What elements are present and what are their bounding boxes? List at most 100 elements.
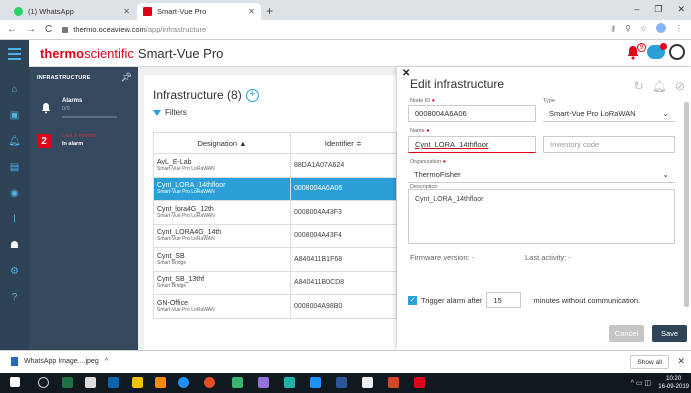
list-title: Infrastructure (8) + — [153, 88, 259, 102]
reload-icon[interactable]: C — [45, 24, 52, 35]
search-icon[interactable] — [38, 377, 49, 388]
system-tray[interactable]: ^ ▭ ◫ — [631, 379, 651, 387]
word-icon[interactable] — [336, 377, 347, 388]
alarm-bell-icon[interactable]: 🔔︎ — [0, 133, 29, 149]
sensor-icon[interactable]: ◉ — [0, 185, 29, 201]
trigger-minutes-input[interactable]: 15 — [486, 292, 522, 308]
excel-icon[interactable] — [62, 377, 73, 388]
maximize-icon[interactable]: ❐ — [654, 4, 662, 15]
back-icon[interactable]: ← — [7, 24, 17, 35]
inventory-code-field[interactable]: Inventory code — [543, 136, 675, 153]
organization-label: Organization ● — [410, 159, 447, 165]
calculator-icon[interactable] — [85, 377, 96, 388]
description-textarea[interactable]: Cynt_LORA_14thfloor — [408, 189, 675, 244]
add-infrastructure-button[interactable]: + — [245, 88, 259, 102]
url-field[interactable]: thermo.oceaview.com/app/infrastructure — [62, 25, 206, 34]
key-icon[interactable]: ⚷ — [610, 24, 616, 33]
trigger-alarm-row: ✓ Trigger alarm after 15 minutes without… — [408, 292, 640, 308]
table-row[interactable]: Cynt_SB Smart Bridge A840411B1F68 — [153, 247, 397, 272]
chevron-down-icon: ⌄ — [662, 108, 669, 118]
node-id-field[interactable]: 0008004A6A06 — [408, 105, 536, 122]
browser-tab-bar: (1) WhatsApp ✕ Smart-Vue Pro ✕ + – ❐ ✕ — [0, 0, 691, 20]
column-designation[interactable]: Designation ▲ — [153, 132, 291, 154]
in-alarm-label: In alarm — [62, 141, 84, 147]
app-header: thermoscientific Smart-Vue Pro 9 — [0, 40, 691, 67]
url-path: /app/infrastructure — [145, 25, 207, 34]
photos-icon[interactable] — [362, 377, 373, 388]
chevron-up-icon[interactable]: ^ — [105, 358, 108, 365]
edge-icon[interactable] — [178, 377, 189, 388]
star-icon[interactable]: ☆ — [640, 24, 647, 33]
table-row[interactable]: Cynt_LORA4G_14th Smart-Vue Pro LoRaWAN 00… — [153, 223, 397, 248]
edit-title: Edit infrastructure — [410, 77, 505, 91]
chat-icon[interactable] — [647, 43, 667, 59]
edit-infrastructure-panel: ✕ Edit infrastructure ↻ 🔔︎ ⊘ Node ID ● 0… — [397, 67, 691, 350]
bell-icon[interactable]: 🔔︎ — [652, 79, 667, 93]
forward-icon[interactable]: → — [26, 24, 36, 35]
user-avatar-icon[interactable] — [669, 44, 685, 60]
clock[interactable]: 10:20 16-09-2019 — [658, 375, 689, 391]
download-item[interactable]: WhatsApp Image....jpeg ^ — [11, 357, 108, 366]
acrobat-icon[interactable] — [414, 377, 425, 388]
firmware-version: Firmware version: - — [410, 253, 475, 262]
home-icon[interactable]: ⌂ — [0, 81, 29, 97]
table-row-selected[interactable]: Cynt_LORA_14thfloor Smart-Vue Pro LoRaWAN… — [153, 176, 397, 201]
zoom-icon[interactable]: ⚲ — [625, 24, 631, 33]
outlook-icon[interactable] — [108, 377, 119, 388]
close-icon[interactable]: ✕ — [123, 7, 130, 16]
dashboard-icon[interactable]: ▣ — [0, 107, 29, 123]
bell-icon[interactable]: 9 — [625, 43, 646, 60]
close-icon[interactable]: ✕ — [248, 7, 255, 16]
alarms-label: Alarms — [62, 98, 83, 104]
scrollbar[interactable] — [684, 98, 689, 318]
trigger-alarm-checkbox[interactable]: ✓ — [408, 295, 417, 305]
minimize-icon[interactable]: – — [634, 4, 639, 15]
app-icon-4[interactable] — [284, 377, 295, 388]
type-select[interactable]: Smart-Vue Pro LoRaWAN ⌄ — [543, 105, 675, 122]
organization-select[interactable]: ThermoFisher ⌄ — [408, 166, 675, 183]
cancel-button[interactable]: Cancel — [609, 325, 644, 342]
chevron-down-icon: ⌄ — [662, 169, 669, 179]
close-icon[interactable]: ✕ — [677, 356, 685, 367]
refresh-icon[interactable]: ↻ — [634, 79, 644, 93]
disable-icon[interactable]: ⊘ — [675, 79, 685, 93]
new-tab-button[interactable]: + — [266, 4, 273, 18]
profile-icon[interactable] — [656, 23, 666, 33]
table-row[interactable]: AvL_E-Lab Smart-Vue Pro LoRaWAN 88DA1A07A… — [153, 153, 397, 178]
tab-smart-vue[interactable]: Smart-Vue Pro ✕ — [137, 3, 261, 20]
windows-start-icon[interactable] — [10, 377, 20, 387]
infrastructure-icon[interactable]: ☗ — [0, 237, 29, 253]
menu-icon[interactable]: ⋮ — [675, 24, 683, 33]
left-nav-rail: ⌂ ▣ 🔔︎ ▤ ◉ ǀ ☗ ⚙ ? — [0, 67, 29, 350]
pin-icon[interactable]: 📌︎ — [121, 72, 132, 83]
thermometer-icon[interactable]: ǀ — [0, 211, 29, 227]
save-button[interactable]: Save — [652, 325, 687, 342]
alarms-progress — [62, 116, 117, 118]
chart-icon[interactable]: ▤ — [0, 159, 29, 175]
show-all-button[interactable]: Show all — [630, 355, 669, 369]
powerpoint-icon[interactable] — [388, 377, 399, 388]
help-icon[interactable]: ? — [0, 289, 29, 305]
table-row[interactable]: Cynt_lora4G_12th Smart-Vue Pro LoRaWAN 00… — [153, 200, 397, 225]
whatsapp-icon — [14, 7, 23, 16]
lock-icon — [62, 26, 69, 33]
tab-label: Smart-Vue Pro — [157, 7, 207, 16]
table-row[interactable]: Cynt_SB_13thf Smart Bridge A840411B0CD8 — [153, 270, 397, 295]
chrome-icon[interactable] — [204, 377, 215, 388]
tab-whatsapp[interactable]: (1) WhatsApp ✕ — [8, 3, 136, 20]
app-icon-2[interactable] — [232, 377, 243, 388]
filters-toggle[interactable]: Filters — [153, 108, 187, 117]
infrastructure-panel: INFRASTRUCTURE 📌︎ Alarms 0/9 2 Last 3 mo… — [29, 67, 138, 350]
close-window-icon[interactable]: ✕ — [677, 4, 685, 15]
name-field[interactable]: Cynt_LORA_14thfloor — [408, 136, 536, 153]
settings-icon[interactable]: ⚙ — [0, 263, 29, 279]
app-icon-3[interactable] — [258, 377, 269, 388]
alarm-count-badge[interactable]: 2 — [37, 134, 51, 148]
file-explorer-icon[interactable] — [132, 377, 143, 388]
app-icon[interactable] — [155, 377, 166, 388]
hamburger-icon[interactable] — [0, 40, 29, 67]
skype-icon[interactable] — [310, 377, 321, 388]
name-label: Name ● — [410, 128, 430, 134]
table-row[interactable]: GN-Office Smart-Vue Pro LoRaWAN 0008004A9… — [153, 294, 397, 319]
column-identifier[interactable]: Identifier ≑ — [290, 132, 397, 154]
